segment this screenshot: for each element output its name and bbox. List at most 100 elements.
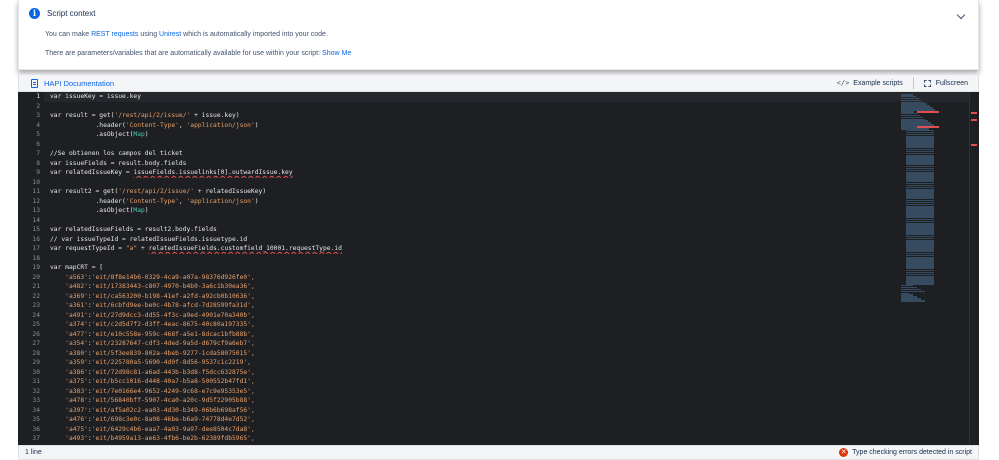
map-entry-line: 'a386':'eit/72d98c81-a6ad-443b-b3d8-f5dc… bbox=[65, 368, 255, 376]
line-number: 31 bbox=[32, 378, 40, 385]
line-number: 14 bbox=[32, 216, 40, 224]
line-number: 19 bbox=[32, 264, 40, 271]
map-entry-line: 'a361':'eit/6cbfd9ee-be0c-4b78-afcd-7d28… bbox=[65, 302, 255, 309]
map-entry-line: 'a369':'eit/ca563200-b198-41ef-a2fd-a92c… bbox=[65, 292, 255, 300]
error-scroll-marker bbox=[971, 119, 977, 121]
line-number: 21 bbox=[32, 283, 40, 290]
minimap-row bbox=[901, 300, 925, 302]
code-comment: //Se obtienen los campos del ticket bbox=[50, 150, 183, 157]
type-check-error-status[interactable]: ✕ Type checking errors detected in scrip… bbox=[839, 448, 972, 457]
code-line: var relatedIssueFields = result2.body.fi… bbox=[50, 226, 217, 233]
code-line: var relatedIssueKey = issueFields.issuel… bbox=[50, 169, 293, 176]
line-number: 25 bbox=[32, 321, 40, 328]
map-entry-line: 'a493':'eit/b4959a13-ae63-4fb6-be2b-6238… bbox=[65, 435, 255, 442]
hapi-documentation-link[interactable]: HAPI Documentation bbox=[31, 78, 114, 88]
script-context-header[interactable]: i Script context bbox=[29, 8, 95, 19]
line-number: 29 bbox=[32, 359, 40, 366]
line-number: 3 bbox=[36, 112, 40, 119]
example-scripts-button[interactable]: </> Example scripts bbox=[837, 79, 903, 87]
map-entry-line: 'a475':'eit/6429c4b6-eaa7-4a03-9a97-dee8… bbox=[65, 425, 255, 433]
line-number: 11 bbox=[32, 188, 40, 195]
fullscreen-icon bbox=[923, 79, 931, 87]
code-line: .asObject(Map) bbox=[50, 131, 149, 138]
code-minimap[interactable] bbox=[901, 94, 941, 324]
code-line: var issueKey = issue.key bbox=[50, 93, 141, 100]
line-number: 32 bbox=[32, 387, 40, 395]
script-context-title: Script context bbox=[47, 9, 96, 18]
map-entry-line: 'a380':'eit/5f3ee839-802a-4beb-9277-1cda… bbox=[65, 349, 255, 357]
line-number: 37 bbox=[32, 435, 40, 442]
line-number: 17 bbox=[32, 245, 40, 252]
code-comment: // var issueTypeId = relatedIssueFields.… bbox=[50, 235, 248, 243]
map-entry-line: 'a397':'eit/af5a02c2-ea03-4d30-b349-06b6… bbox=[65, 406, 255, 414]
map-entry-line: 'a354':'eit/23287647-cdf3-4ded-9a5d-d679… bbox=[65, 340, 255, 347]
code-line: .asObject(Map) bbox=[50, 207, 149, 214]
map-entry-line: 'a476':'eit/698c3e0c-8a08-46be-b6a9-7477… bbox=[65, 416, 255, 423]
error-icon: ✕ bbox=[839, 448, 849, 457]
minimap-error-mark bbox=[917, 126, 939, 128]
line-number: 15 bbox=[32, 226, 40, 233]
line-number: 35 bbox=[32, 416, 40, 423]
line-number: 5 bbox=[36, 131, 40, 138]
map-entry-line: 'a491':'eit/27d9dcc3-dd55-4f3c-a9ed-4901… bbox=[65, 311, 255, 319]
line-number: 36 bbox=[32, 425, 40, 433]
editor-scrollbar[interactable] bbox=[969, 92, 979, 445]
fullscreen-button[interactable]: Fullscreen bbox=[923, 79, 968, 87]
rest-requests-link[interactable]: REST requests bbox=[91, 31, 138, 38]
map-entry-line: 'a563':'eit/8f8e14b6-0329-4ca9-a07a-9837… bbox=[65, 273, 255, 281]
line-number: 7 bbox=[36, 150, 40, 157]
line-number: 34 bbox=[32, 406, 40, 414]
map-entry-line: 'a375':'eit/b5cc1016-d448-40a7-b5a8-5005… bbox=[65, 378, 255, 385]
show-me-link[interactable]: Show Me bbox=[322, 50, 351, 57]
line-number: 8 bbox=[36, 159, 40, 167]
map-entry-line: 'a383':'eit/7e0166e4-9652-4249-9c68-e7c9… bbox=[65, 387, 255, 395]
line-number: 22 bbox=[32, 292, 40, 300]
line-number: 24 bbox=[32, 311, 40, 319]
chevron-down-icon[interactable] bbox=[956, 10, 966, 20]
line-number: 30 bbox=[32, 368, 40, 376]
line-number: 4 bbox=[36, 121, 40, 129]
line-number: 23 bbox=[32, 302, 40, 309]
type-error-underline: issueFields.issuelinks[0].outwardIssue.k… bbox=[133, 169, 293, 176]
info-icon: i bbox=[29, 8, 40, 19]
line-number: 2 bbox=[36, 102, 40, 110]
line-number-gutter: 1 2 3 4 5 6 7 8 9 10 11 12 13 14 15 16 17 18 19 20 21 22 23 24 2… bbox=[18, 92, 44, 445]
code-area[interactable]: var issueKey = issue.key var result = ge… bbox=[50, 92, 899, 445]
line-number: 12 bbox=[32, 197, 40, 205]
line-number: 13 bbox=[32, 207, 40, 214]
minimap-error-mark bbox=[917, 111, 939, 113]
script-context-panel: i Script context You can make REST reque… bbox=[18, 0, 979, 70]
map-entry-line: 'a482':'eit/17383443-c807-4970-b4b0-3a6c… bbox=[65, 283, 255, 290]
editor-toolbar: HAPI Documentation </> Example scripts F… bbox=[18, 74, 979, 92]
type-error-underline: relatedIssueFields.customfield_10001.req… bbox=[148, 245, 342, 252]
line-count: 1 line bbox=[25, 449, 42, 456]
code-icon: </> bbox=[836, 79, 850, 87]
context-line-params: There are parameters/variables that are … bbox=[45, 50, 352, 57]
line-number: 33 bbox=[32, 397, 40, 404]
map-entry-line: 'a359':'eit/225780a5-5690-4d0f-8d56-9537… bbox=[65, 359, 251, 366]
code-line: var issueFields = result.body.fields bbox=[50, 159, 187, 167]
line-number: 27 bbox=[32, 340, 40, 347]
code-editor[interactable]: 1 2 3 4 5 6 7 8 9 10 11 12 13 14 15 16 17 18 19 20 21 22 23 24 2… bbox=[18, 92, 979, 445]
code-line: var mapCRT = [ bbox=[50, 264, 104, 271]
code-line: var result = get('/rest/api/2/issue/' + … bbox=[50, 112, 240, 119]
map-entry-line: 'a478':'eit/56840bff-5907-4ca0-a20c-9d5f… bbox=[65, 397, 255, 404]
line-number: 6 bbox=[36, 140, 40, 148]
code-line: var requestTypeId = "a" + relatedIssueFi… bbox=[50, 245, 342, 252]
map-entry-line: 'a374':'eit/c2d5d7f2-d3ff-4eac-8675-40c8… bbox=[65, 321, 255, 328]
line-number: 28 bbox=[32, 349, 40, 357]
line-number: 10 bbox=[32, 178, 40, 186]
line-number: 18 bbox=[32, 254, 40, 262]
line-number: 1 bbox=[36, 93, 40, 100]
context-line-rest: You can make REST requests using Unirest… bbox=[45, 31, 328, 38]
toolbar-divider bbox=[912, 77, 914, 89]
error-scroll-marker bbox=[971, 144, 977, 146]
map-entry-line: 'a477':'eit/e10c558e-959c-468f-a5e1-8dca… bbox=[65, 330, 255, 338]
code-line: .header('Content-Type', 'application/jso… bbox=[50, 197, 259, 205]
code-line: .header('Content-Type', 'application/jso… bbox=[50, 121, 259, 129]
unirest-link[interactable]: Unirest bbox=[159, 31, 181, 38]
